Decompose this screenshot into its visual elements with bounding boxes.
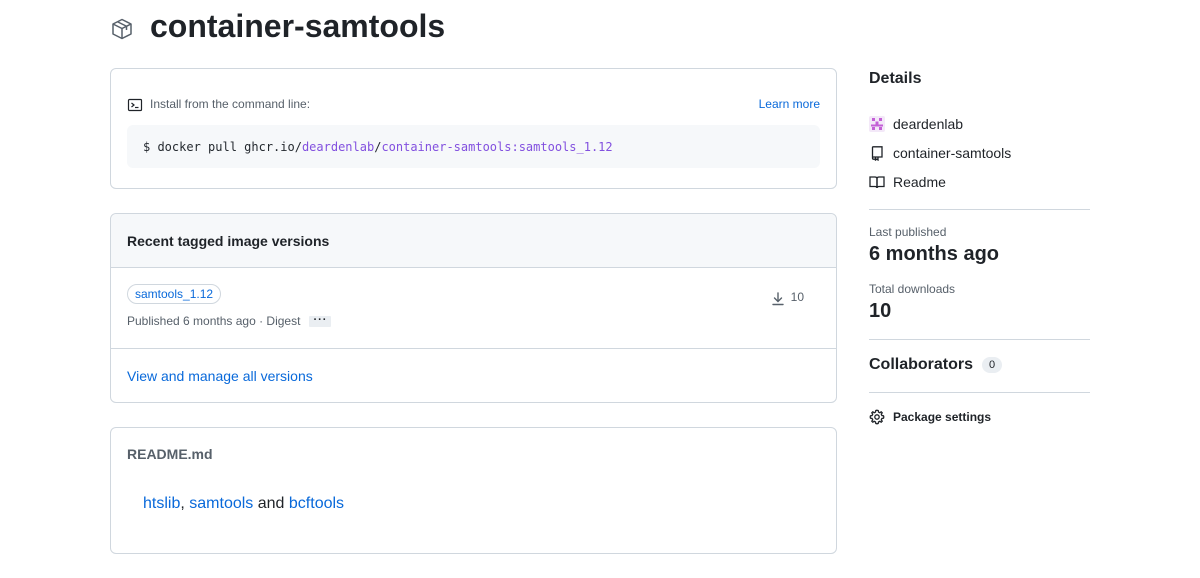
versions-title: Recent tagged image versions [111, 214, 836, 268]
readme-sep-comma: , [180, 495, 185, 512]
readme-body: htslib, samtools and bcftools [127, 495, 820, 513]
install-command[interactable]: $ docker pull ghcr.io/deardenlab / contain… [127, 125, 820, 168]
cmd-sep: / [374, 139, 382, 154]
download-icon [771, 292, 784, 306]
sidebar: Details deardenlab container-samtools Re… [869, 70, 1090, 425]
readme-label: Readme [893, 173, 946, 190]
divider [869, 392, 1090, 393]
owner-name: deardenlab [893, 115, 964, 132]
versions-box: Recent tagged image versions samtools_1.… [110, 213, 837, 403]
total-downloads-label: Total downloads [869, 282, 956, 296]
version-downloads: 10 [770, 287, 804, 307]
avatar [869, 115, 885, 132]
install-box: Install from the command line: Learn mor… [110, 68, 837, 189]
gear-icon [869, 409, 885, 425]
page-title: container-samtools [150, 7, 446, 44]
samtools-link[interactable]: samtools [189, 495, 253, 512]
learn-more-link[interactable]: Learn more [759, 97, 820, 111]
install-label-row: Install from the command line: [127, 95, 310, 113]
view-all-versions-link[interactable]: View and manage all versions [127, 368, 313, 384]
details-title: Details [869, 70, 922, 87]
install-label: Install from the command line: [150, 97, 311, 111]
total-downloads-value: 10 [869, 300, 892, 322]
readme-link[interactable]: Readme [869, 167, 1090, 196]
collaborators-label: Collaborators [869, 356, 974, 373]
repo-name: container-samtools [893, 144, 1012, 161]
page-header: container-samtools [110, 6, 445, 46]
last-published-value: 6 months ago [869, 243, 1000, 265]
package-settings-label: Package settings [893, 410, 992, 424]
repo-link[interactable]: container-samtools [869, 138, 1090, 167]
cmd-prefix: $ docker pull ghcr.io/ [143, 139, 302, 154]
terminal-icon [127, 98, 143, 112]
cmd-owner: deardenlab [301, 139, 375, 154]
main-column: Install from the command line: Learn mor… [110, 68, 837, 554]
repo-icon [871, 145, 883, 161]
book-icon [869, 175, 885, 188]
divider [869, 339, 1090, 340]
readme-title: README.md [127, 446, 213, 462]
readme-box: README.md htslib, samtools and bcftools [110, 427, 837, 554]
htslib-link[interactable]: htslib [143, 495, 180, 512]
bcftools-link[interactable]: bcftools [289, 495, 344, 512]
package-settings-link[interactable]: Package settings [869, 409, 1090, 425]
version-tag[interactable]: samtools_1.12 [127, 284, 222, 304]
digest-more-button[interactable]: ··· [309, 314, 332, 327]
last-published-label: Last published [869, 225, 947, 239]
version-published: Published 6 months ago · Digest [127, 314, 301, 328]
owner-link[interactable]: deardenlab [869, 109, 1090, 138]
divider [869, 209, 1090, 210]
cmd-image: container-samtools:samtools_1.12 [381, 139, 613, 154]
collaborators-row: Collaborators 0 [869, 356, 1090, 374]
collaborators-count: 0 [982, 357, 1003, 373]
readme-sep-and: and [257, 495, 285, 512]
version-row: samtools_1.12 Published 6 months ago · D… [111, 268, 836, 349]
version-download-count: 10 [790, 290, 804, 304]
package-icon [112, 18, 132, 40]
